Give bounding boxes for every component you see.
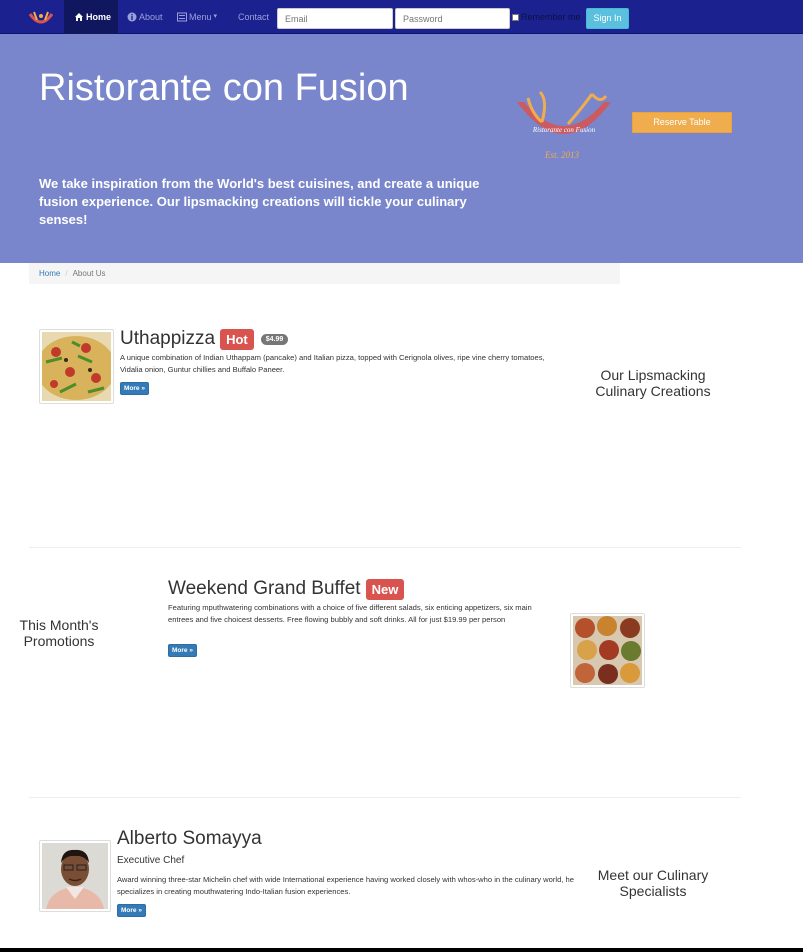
- dish-more-button[interactable]: More »: [120, 382, 149, 395]
- page-title: Ristorante con Fusion: [39, 67, 409, 109]
- dish-side-heading: Our Lipsmacking Culinary Creations: [595, 367, 711, 399]
- breadcrumb-separator: /: [65, 269, 68, 278]
- reserve-table-button[interactable]: Reserve Table: [632, 112, 732, 133]
- navbar: Home About Menu ▾ Contact Remember me Si…: [0, 0, 803, 34]
- leader-side-heading: Meet our Culinary Specialists: [597, 867, 709, 899]
- breadcrumb-current: About Us: [72, 269, 106, 278]
- logo-text: Ristorante con Fusion: [532, 126, 596, 134]
- footer-edge: [0, 948, 803, 952]
- hero-tagline: We take inspiration from the World's bes…: [39, 176, 480, 227]
- hot-label: Hot: [220, 328, 254, 350]
- remember-checkbox[interactable]: [512, 13, 519, 21]
- breadcrumb: Home / About Us: [29, 263, 620, 284]
- logo-est: Est. 2013: [544, 150, 580, 160]
- list-icon: [177, 12, 187, 22]
- password-input[interactable]: [395, 8, 510, 29]
- promotion-description: Featuring mputhwatering combinations wit…: [168, 603, 532, 624]
- promotion-heading: Weekend Grand Buffet New: [168, 578, 405, 600]
- promotion-side-heading: This Month's Promotions: [19, 617, 99, 649]
- promotion-name: Weekend Grand Buffet: [168, 578, 361, 599]
- info-icon: [127, 12, 137, 22]
- email-input[interactable]: [277, 8, 393, 29]
- caret-down-icon: ▾: [213, 13, 218, 20]
- nav-about-label: About: [139, 12, 163, 22]
- sign-in-button[interactable]: Sign In: [586, 8, 629, 29]
- restaurant-logo-icon: Ristorante con Fusion Est. 2013: [517, 90, 611, 160]
- restaurant-logo-icon[interactable]: [27, 8, 55, 28]
- home-icon: [75, 13, 83, 21]
- buffet-image: [573, 616, 642, 685]
- promotion-thumbnail[interactable]: [570, 613, 645, 688]
- leader-designation: Executive Chef: [117, 855, 185, 866]
- chef-portrait-image: [42, 843, 108, 909]
- nav-contact[interactable]: Contact: [238, 0, 269, 34]
- breadcrumb-home-link[interactable]: Home: [39, 269, 60, 278]
- leader-more-button[interactable]: More »: [117, 904, 146, 917]
- price-badge: $4.99: [260, 333, 289, 345]
- dish-description: A unique combination of Indian Uthappam …: [120, 353, 545, 374]
- leader-thumbnail[interactable]: [39, 840, 111, 912]
- dish-heading: Uthappizza Hot $4.99: [120, 328, 289, 350]
- section-divider: [29, 797, 741, 798]
- leader-heading: Alberto Somayya: [117, 828, 262, 850]
- dish-thumbnail[interactable]: [39, 329, 114, 404]
- section-divider: [29, 547, 741, 548]
- nav-menu[interactable]: Menu ▾: [177, 0, 217, 34]
- new-label: New: [365, 578, 405, 600]
- pizza-image: [42, 332, 111, 401]
- leader-description: Award winning three-star Michelin chef w…: [117, 875, 574, 896]
- nav-home[interactable]: Home: [64, 0, 118, 34]
- nav-about[interactable]: About: [127, 0, 163, 34]
- nav-contact-label: Contact: [238, 12, 270, 22]
- remember-label: Remember me: [521, 12, 581, 22]
- nav-home-label: Home: [86, 12, 112, 22]
- dish-name: Uthappizza: [120, 328, 216, 349]
- nav-menu-label: Menu: [189, 12, 212, 22]
- remember-me[interactable]: Remember me: [512, 12, 581, 22]
- promotion-more-button[interactable]: More »: [168, 644, 197, 657]
- leader-name: Alberto Somayya: [117, 828, 262, 849]
